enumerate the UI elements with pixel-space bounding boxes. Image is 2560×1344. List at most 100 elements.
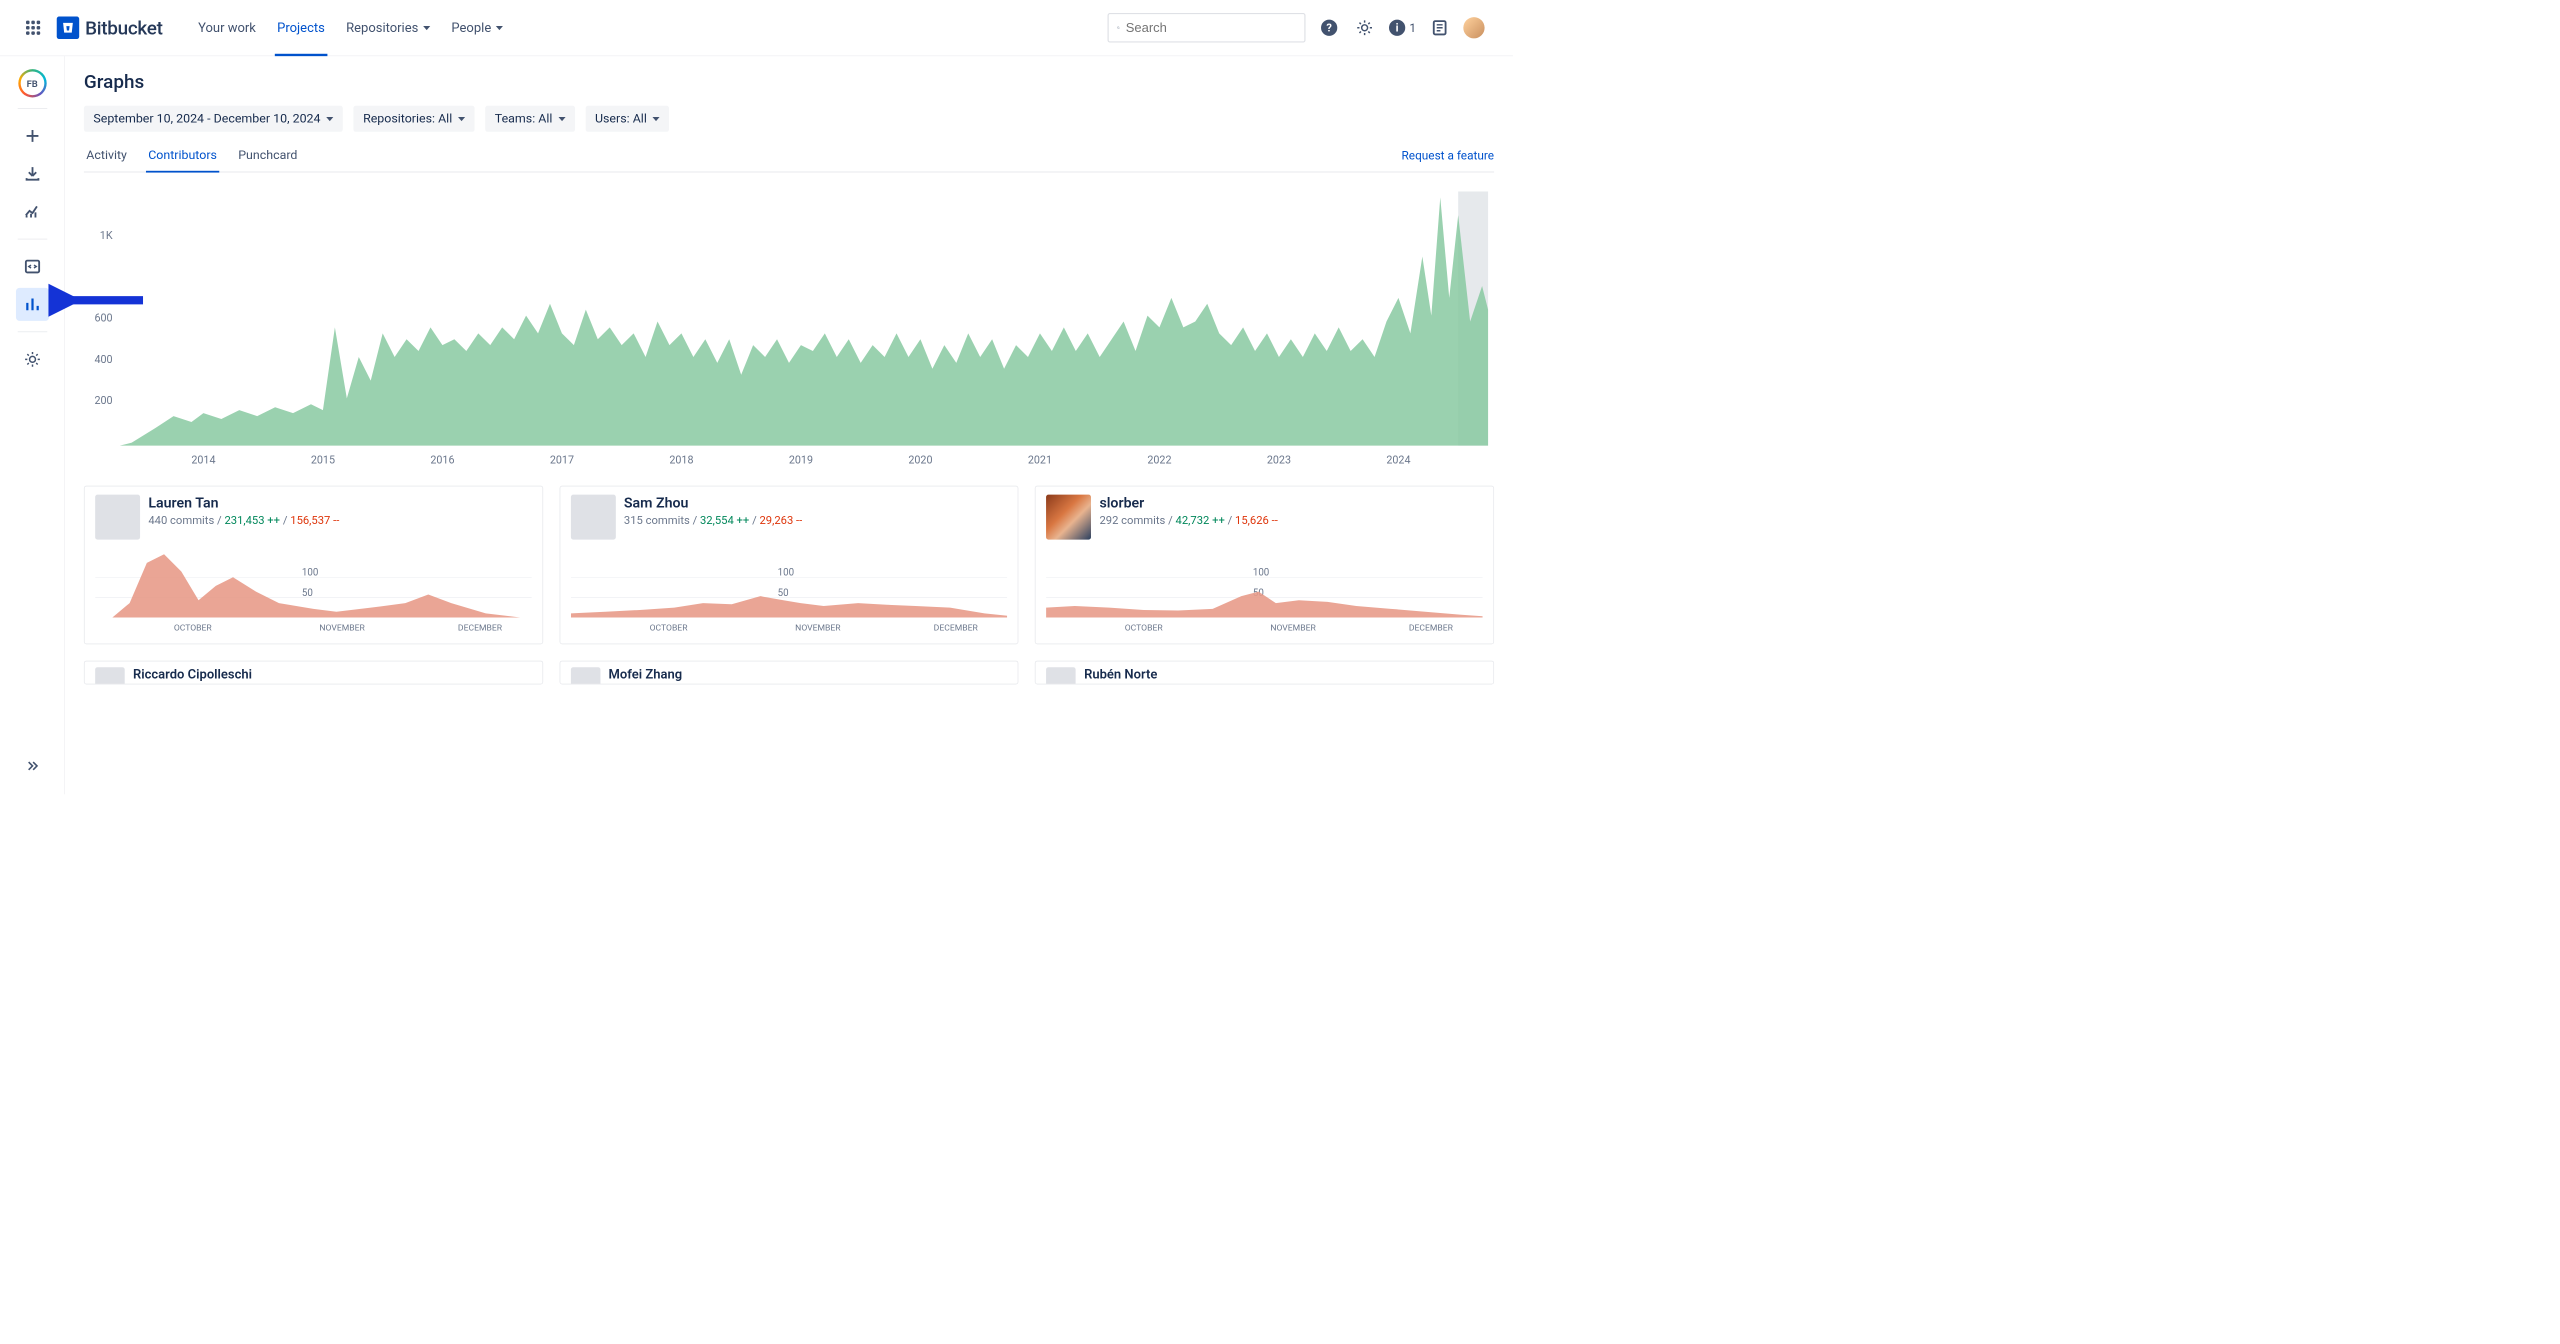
plus-icon xyxy=(23,127,41,145)
filter-users-label: Users: All xyxy=(595,112,647,126)
filter-teams-label: Teams: All xyxy=(495,112,553,126)
y-tick: 1K xyxy=(100,229,113,242)
chevron-down-icon xyxy=(423,26,430,30)
contributor-name[interactable]: Lauren Tan xyxy=(148,495,339,512)
top-nav: Bitbucket Your work Projects Repositorie… xyxy=(0,0,1513,56)
contributor-card: Rubén Norte xyxy=(1035,661,1494,685)
x-tick: 2017 xyxy=(550,453,574,466)
x-tick: 2023 xyxy=(1267,453,1291,466)
contributor-grid: Lauren Tan 440 commits / 231,453 ++ / 15… xyxy=(84,486,1494,644)
contributor-name[interactable]: Sam Zhou xyxy=(624,495,802,512)
sidebar-create[interactable] xyxy=(16,119,49,152)
deletions: 156,537 -- xyxy=(290,514,339,528)
gear-icon xyxy=(1356,19,1374,37)
commit-count: 440 commits xyxy=(148,514,214,528)
filter-bar: September 10, 2024 - December 10, 2024 R… xyxy=(84,106,1494,132)
y-tick: 400 xyxy=(94,353,112,366)
nav-your-work[interactable]: Your work xyxy=(196,0,259,56)
x-tick: 2019 xyxy=(789,453,813,466)
contributor-chart: 100 50 OCTOBER NOVEMBER DECEMBER xyxy=(571,544,1008,639)
chevron-down-icon xyxy=(458,117,465,121)
nav-repositories[interactable]: Repositories xyxy=(344,0,433,56)
overview-chart[interactable]: 1K 600 400 200 2014 2015 2016 2017 2018 … xyxy=(84,180,1494,476)
settings-button[interactable] xyxy=(1353,16,1377,40)
x-tick: DECEMBER xyxy=(458,624,503,634)
sidebar-download[interactable] xyxy=(16,157,49,190)
sidebar-settings[interactable] xyxy=(16,343,49,376)
trend-icon xyxy=(23,203,41,221)
gear-icon xyxy=(23,350,41,368)
search-input[interactable] xyxy=(1107,13,1305,43)
tab-punchcard[interactable]: Punchcard xyxy=(236,148,300,171)
contributor-chart: 100 50 OCTOBER NOVEMBER DECEMBER xyxy=(1046,544,1483,639)
avatar xyxy=(571,495,616,540)
x-tick: DECEMBER xyxy=(933,624,978,634)
tab-activity[interactable]: Activity xyxy=(84,148,129,171)
avatar xyxy=(1046,667,1076,684)
contributor-stats: 292 commits / 42,732 ++ / 15,626 -- xyxy=(1099,514,1277,528)
commit-count: 292 commits xyxy=(1099,514,1165,528)
nav-repositories-label: Repositories xyxy=(346,20,418,35)
contributor-name[interactable]: slorber xyxy=(1099,495,1277,512)
filter-date-range[interactable]: September 10, 2024 - December 10, 2024 xyxy=(84,106,343,132)
help-icon: ? xyxy=(1320,19,1338,37)
x-tick: DECEMBER xyxy=(1409,624,1454,634)
user-avatar[interactable] xyxy=(1463,17,1484,38)
divider xyxy=(17,239,47,240)
x-tick: OCTOBER xyxy=(174,624,213,634)
x-tick: 2014 xyxy=(191,453,215,466)
search-icon xyxy=(1117,21,1120,34)
x-tick: NOVEMBER xyxy=(795,624,841,634)
y-tick: 600 xyxy=(94,312,112,325)
avatar xyxy=(95,667,125,684)
avatar xyxy=(571,667,601,684)
request-feature-link[interactable]: Request a feature xyxy=(1402,148,1495,171)
area-series xyxy=(120,197,1488,445)
document-icon xyxy=(1431,19,1449,37)
main-content: Graphs September 10, 2024 - December 10,… xyxy=(65,56,1513,794)
contributor-card: slorber 292 commits / 42,732 ++ / 15,626… xyxy=(1035,486,1494,644)
contributor-name[interactable]: Rubén Norte xyxy=(1084,667,1157,682)
project-badge[interactable]: FB xyxy=(18,69,46,97)
contributor-card: Sam Zhou 315 commits / 32,554 ++ / 29,26… xyxy=(559,486,1018,644)
filter-teams[interactable]: Teams: All xyxy=(485,106,575,132)
contributor-stats: 440 commits / 231,453 ++ / 156,537 -- xyxy=(148,514,339,528)
commit-count: 315 commits xyxy=(624,514,690,528)
sidebar-source[interactable] xyxy=(16,250,49,283)
filter-repositories[interactable]: Repositories: All xyxy=(354,106,475,132)
filter-repos-label: Repositories: All xyxy=(363,112,452,126)
additions: 42,732 ++ xyxy=(1176,514,1225,528)
y-tick: 100 xyxy=(777,568,793,579)
brand-link[interactable]: Bitbucket xyxy=(57,17,163,39)
contributor-name[interactable]: Mofei Zhang xyxy=(609,667,683,682)
sidebar: FB xyxy=(0,56,65,794)
filter-users[interactable]: Users: All xyxy=(586,106,670,132)
nav-people[interactable]: People xyxy=(449,0,505,56)
info-icon: i xyxy=(1388,19,1406,37)
download-icon xyxy=(23,165,41,183)
x-tick: 2022 xyxy=(1147,453,1171,466)
help-button[interactable]: ? xyxy=(1317,16,1341,40)
info-count: 1 xyxy=(1409,21,1416,35)
sidebar-graphs[interactable] xyxy=(16,288,49,321)
x-tick: 2016 xyxy=(430,453,454,466)
contributor-name[interactable]: Riccardo Cipolleschi xyxy=(133,667,252,682)
x-tick: 2020 xyxy=(908,453,932,466)
sidebar-expand[interactable] xyxy=(16,749,49,782)
contributor-card: Riccardo Cipolleschi xyxy=(84,661,543,685)
y-tick: 50 xyxy=(777,588,788,599)
whats-new-button[interactable] xyxy=(1428,16,1452,40)
chevron-down-icon xyxy=(653,117,660,121)
divider xyxy=(17,332,47,333)
x-tick: 2024 xyxy=(1386,453,1410,466)
additions: 32,554 ++ xyxy=(700,514,749,528)
nav-projects[interactable]: Projects xyxy=(275,0,327,56)
filter-date-label: September 10, 2024 - December 10, 2024 xyxy=(93,112,320,126)
info-button[interactable]: i 1 xyxy=(1388,19,1416,37)
chevrons-right-icon xyxy=(25,758,40,773)
search-field[interactable] xyxy=(1126,20,1296,35)
tab-contributors[interactable]: Contributors xyxy=(146,148,219,172)
sidebar-insights[interactable] xyxy=(16,195,49,228)
app-switcher-icon[interactable] xyxy=(21,16,45,40)
contributor-stats: 315 commits / 32,554 ++ / 29,263 -- xyxy=(624,514,802,528)
